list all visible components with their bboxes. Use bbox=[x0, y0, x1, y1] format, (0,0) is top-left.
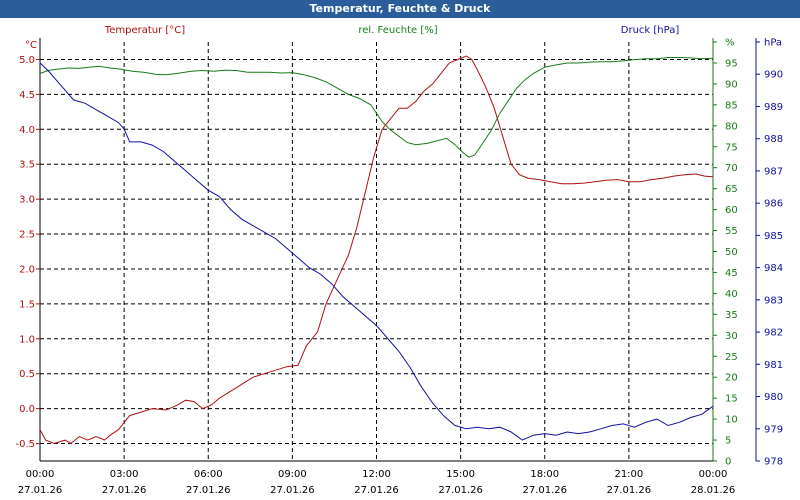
temperature-tick-label: 2.0 bbox=[19, 264, 35, 275]
chart-window: Temperatur, Feuchte & Druck 00:00 27.01.2… bbox=[0, 0, 800, 500]
x-tick-date: 27.01.26 bbox=[438, 485, 483, 496]
temperature-tick-label: -0.5 bbox=[15, 439, 35, 450]
humidity-tick-label: 15 bbox=[725, 394, 738, 405]
x-tick-time: 09:00 bbox=[278, 469, 307, 480]
pressure-tick-label: 981 bbox=[764, 360, 783, 371]
humidity-tick-label: 50 bbox=[725, 247, 738, 258]
humidity-tick-label: 80 bbox=[725, 121, 738, 132]
humidity-tick-label: 60 bbox=[725, 205, 738, 216]
x-tick-date: 27.01.26 bbox=[18, 485, 63, 496]
humidity-tick-label: 65 bbox=[725, 184, 738, 195]
temperature-tick-label: 3.0 bbox=[19, 195, 35, 206]
humidity-tick-label: 90 bbox=[725, 79, 738, 90]
x-tick-date: 28.01.26 bbox=[691, 485, 736, 496]
chart-canvas: 00:00 27.01.26 03:00 27.01.26 06:00 27.01.26 0… bbox=[15, 25, 783, 497]
pressure-tick-label: 978 bbox=[764, 457, 783, 468]
pressure-tick-label: 986 bbox=[764, 199, 783, 210]
legend-temperature: Temperatur [°C] bbox=[104, 25, 185, 36]
humidity-tick-label: 20 bbox=[725, 373, 738, 384]
humidity-tick-label: % bbox=[725, 38, 735, 49]
temperature-tick-label: 1.5 bbox=[19, 299, 35, 310]
pressure-tick-label: 988 bbox=[764, 134, 783, 145]
x-tick-time: 18:00 bbox=[530, 469, 559, 480]
x-tick-time: 00:00 bbox=[26, 469, 55, 480]
pressure-tick-label: 983 bbox=[764, 295, 783, 306]
temperature-tick-label: 5.0 bbox=[19, 55, 35, 66]
x-tick-date: 27.01.26 bbox=[607, 485, 652, 496]
humidity-tick-label: 35 bbox=[725, 310, 738, 321]
grid-lines bbox=[40, 42, 713, 461]
temperature-tick-label: 4.5 bbox=[19, 90, 35, 101]
x-tick-date: 27.01.26 bbox=[186, 485, 231, 496]
humidity-tick-label: 30 bbox=[725, 331, 738, 342]
x-tick-date: 27.01.26 bbox=[354, 485, 399, 496]
x-tick-date: 27.01.26 bbox=[522, 485, 567, 496]
temperature-tick-label: 3.5 bbox=[19, 160, 35, 171]
humidity-tick-label: 40 bbox=[725, 289, 738, 300]
pressure-tick-label: 990 bbox=[764, 70, 783, 81]
humidity-tick-label: 0 bbox=[725, 457, 731, 468]
temperature-tick-label: 0.5 bbox=[19, 369, 35, 380]
humidity-tick-label: 5 bbox=[725, 436, 731, 447]
pressure-tick-label: 987 bbox=[764, 166, 783, 177]
temperature-tick-label: 4.0 bbox=[19, 125, 35, 136]
humidity-tick-label: 25 bbox=[725, 352, 738, 363]
temperature-tick-label: 0.0 bbox=[19, 404, 35, 415]
pressure-tick-label: 989 bbox=[764, 102, 783, 113]
pressure-tick-label: 979 bbox=[764, 424, 783, 435]
x-tick-time: 00:00 bbox=[699, 469, 728, 480]
humidity-tick-label: 55 bbox=[725, 226, 738, 237]
humidity-tick-label: 75 bbox=[725, 142, 738, 153]
pressure-tick-label: 985 bbox=[764, 231, 783, 242]
humidity-tick-label: 85 bbox=[725, 100, 738, 111]
legend-humidity: rel. Feuchte [%] bbox=[358, 25, 437, 36]
pressure-tick-label: 980 bbox=[764, 392, 783, 403]
humidity-tick-label: 70 bbox=[725, 163, 738, 174]
x-tick-date: 27.01.26 bbox=[270, 485, 315, 496]
x-tick-time: 03:00 bbox=[110, 469, 139, 480]
x-tick-time: 15:00 bbox=[446, 469, 475, 480]
temperature-unit-label: °C bbox=[25, 40, 37, 51]
temperature-tick-label: 1.0 bbox=[19, 334, 35, 345]
axes bbox=[36, 38, 760, 462]
humidity-tick-label: 10 bbox=[725, 415, 738, 426]
pressure-tick-label: 984 bbox=[764, 263, 783, 274]
x-tick-time: 21:00 bbox=[614, 469, 643, 480]
tick-labels: 00:00 27.01.26 03:00 27.01.26 06:00 27.01.26 0… bbox=[15, 38, 783, 497]
humidity-tick-label: 95 bbox=[725, 58, 738, 69]
x-tick-date: 27.01.26 bbox=[102, 485, 147, 496]
legend-pressure: Druck [hPa] bbox=[621, 25, 680, 36]
x-tick-time: 12:00 bbox=[362, 469, 391, 480]
pressure-tick-label: hPa bbox=[764, 38, 782, 49]
temperature-tick-label: 2.5 bbox=[19, 230, 35, 241]
humidity-tick-label: 45 bbox=[725, 268, 738, 279]
x-tick-time: 06:00 bbox=[194, 469, 223, 480]
pressure-tick-label: 982 bbox=[764, 328, 783, 339]
